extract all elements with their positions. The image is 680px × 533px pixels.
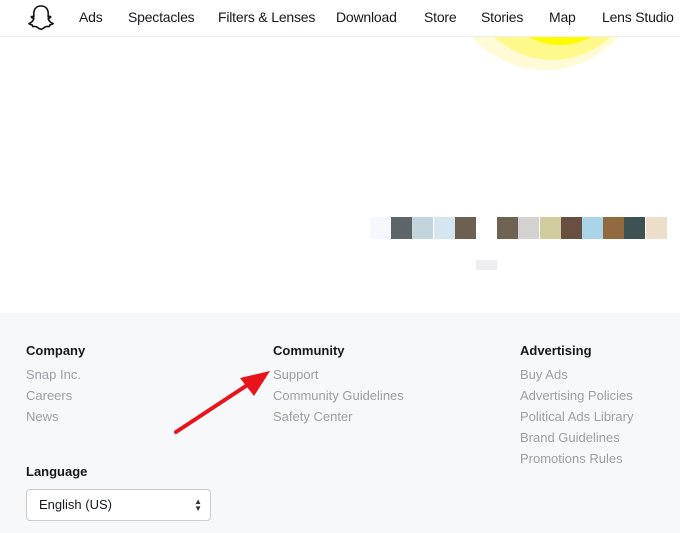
footer-link-news[interactable]: News bbox=[26, 406, 85, 427]
top-nav: Ads Spectacles Filters & Lenses Download… bbox=[0, 0, 680, 37]
select-arrows-icon: ▲ ▼ bbox=[194, 497, 202, 513]
footer-heading: Company bbox=[26, 343, 86, 358]
footer-link-safety-center[interactable]: Safety Center bbox=[273, 406, 404, 427]
footer-link-careers[interactable]: Careers bbox=[26, 385, 85, 406]
nav-store[interactable]: Store bbox=[424, 9, 457, 25]
color-swatch bbox=[539, 217, 561, 239]
red-arrow-annotation bbox=[174, 371, 270, 434]
snapchat-ghost-logo[interactable] bbox=[26, 4, 56, 33]
language-select[interactable]: English (US) ▲ ▼ bbox=[26, 489, 211, 521]
color-swatch bbox=[582, 217, 603, 239]
color-swatch bbox=[454, 217, 476, 239]
footer-link-advertising-policies[interactable]: Advertising Policies bbox=[520, 385, 633, 406]
footer: Company Snap Inc. Careers News Community… bbox=[0, 313, 680, 533]
footer-heading: Community bbox=[273, 343, 345, 358]
color-swatch bbox=[603, 217, 625, 239]
footer-advertising: Advertising Buy Ads Advertising Policies… bbox=[520, 343, 633, 469]
nav-stories[interactable]: Stories bbox=[481, 9, 523, 25]
nav-download[interactable]: Download bbox=[336, 9, 397, 25]
nav-ads[interactable]: Ads bbox=[79, 9, 103, 25]
color-swatch bbox=[624, 217, 646, 239]
footer-company: Company Snap Inc. Careers News bbox=[26, 343, 85, 427]
footer-link-community-guidelines[interactable]: Community Guidelines bbox=[273, 385, 404, 406]
color-swatch bbox=[391, 217, 413, 239]
footer-community: Community Support Community Guidelines S… bbox=[273, 343, 404, 427]
color-swatch bbox=[497, 217, 519, 239]
nav-lens-studio[interactable]: Lens Studio bbox=[602, 9, 674, 25]
footer-link-political-ads-library[interactable]: Political Ads Library bbox=[520, 406, 633, 427]
color-swatch bbox=[412, 217, 434, 239]
footer-link-promotions-rules[interactable]: Promotions Rules bbox=[520, 448, 633, 469]
footer-link-buy-ads[interactable]: Buy Ads bbox=[520, 364, 633, 385]
footer-link-support[interactable]: Support bbox=[273, 364, 404, 385]
footer-heading: Advertising bbox=[520, 343, 592, 358]
color-swatch bbox=[518, 217, 540, 239]
color-swatch bbox=[560, 217, 582, 239]
color-swatch bbox=[645, 217, 667, 239]
nav-map[interactable]: Map bbox=[549, 9, 576, 25]
color-swatch bbox=[433, 217, 455, 239]
footer-link-brand-guidelines[interactable]: Brand Guidelines bbox=[520, 427, 633, 448]
nav-spectacles[interactable]: Spectacles bbox=[128, 9, 195, 25]
nav-filters-lenses[interactable]: Filters & Lenses bbox=[218, 9, 315, 25]
language-heading: Language bbox=[26, 464, 88, 479]
color-swatch bbox=[476, 217, 497, 239]
placeholder-block bbox=[476, 260, 497, 270]
language-selected: English (US) bbox=[39, 497, 112, 512]
footer-link-snap-inc[interactable]: Snap Inc. bbox=[26, 364, 85, 385]
color-swatch bbox=[370, 217, 391, 239]
